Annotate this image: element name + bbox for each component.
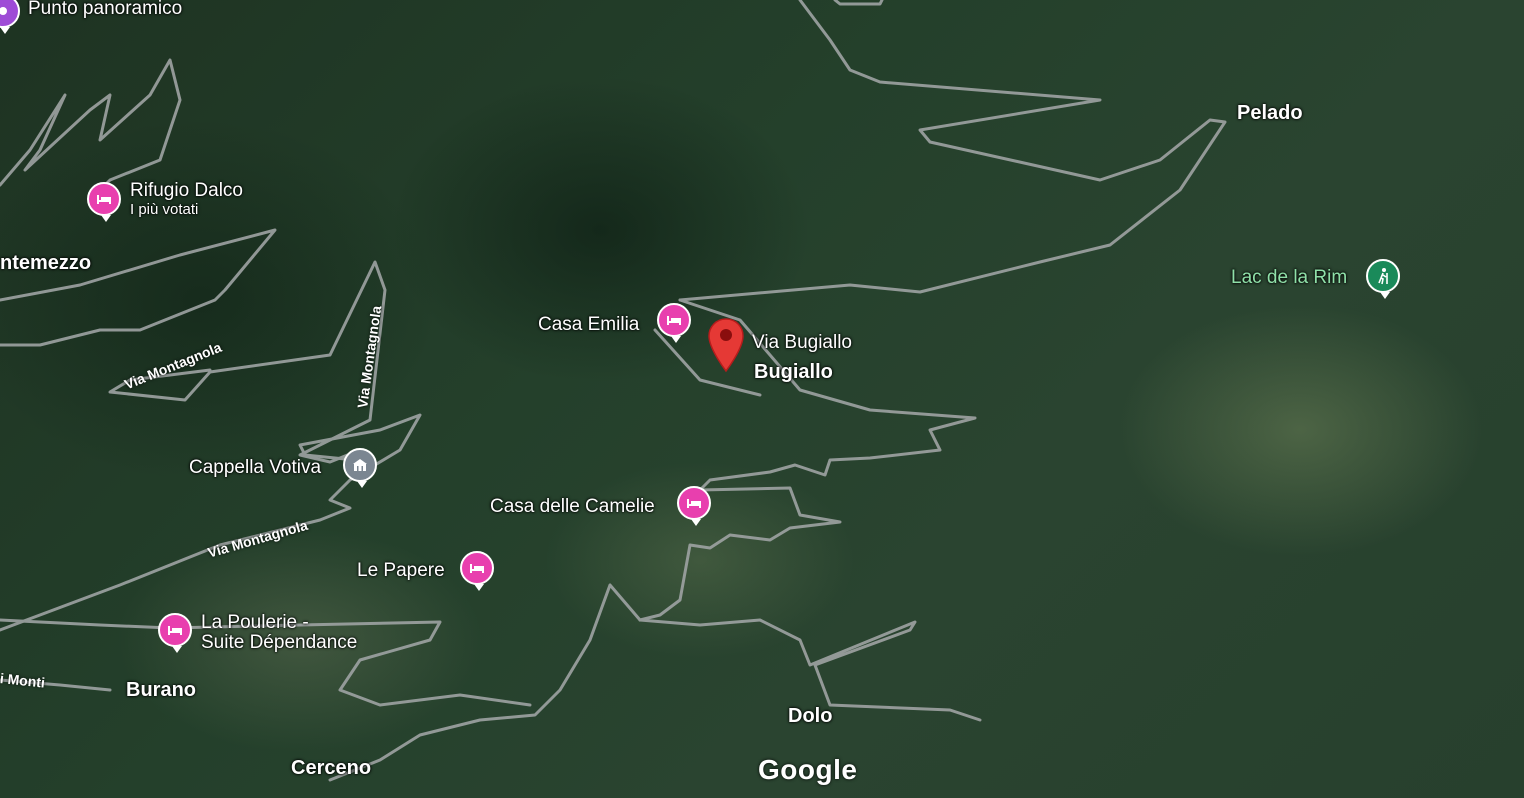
- la-poulerie-line1: La Poulerie -: [201, 612, 309, 633]
- hiking-icon: [1378, 268, 1388, 285]
- place-label-la-poulerie[interactable]: La Poulerie - Suite Dépendance: [201, 613, 357, 653]
- chapel-pin-cappella-votiva[interactable]: [343, 448, 377, 488]
- place-label-casa-emilia[interactable]: Casa Emilia: [538, 314, 639, 336]
- place-label-cerceno[interactable]: Cerceno: [291, 757, 371, 780]
- rifugio-dalco-badge: I più votati: [130, 201, 199, 218]
- place-label-bugiallo[interactable]: Bugiallo: [754, 361, 833, 384]
- la-poulerie-line2: Suite Dépendance: [201, 632, 358, 653]
- rifugio-dalco-name: Rifugio Dalco: [130, 180, 243, 201]
- hiking-pin-lac-de-la-rim[interactable]: [1366, 259, 1400, 299]
- place-label-lac-de-la-rim[interactable]: Lac de la Rim: [1231, 267, 1347, 289]
- bed-icon: [97, 195, 111, 204]
- road-montagnola-mid: [108, 260, 387, 464]
- bed-icon: [687, 499, 701, 508]
- lodging-pin-la-poulerie[interactable]: [158, 613, 192, 653]
- road-pelado: [678, 0, 1227, 302]
- place-label-burano[interactable]: Burano: [126, 679, 196, 702]
- road-casa-camelie: [638, 486, 842, 622]
- place-label-pelado[interactable]: Pelado: [1237, 102, 1303, 125]
- viewpoint-icon: [0, 7, 7, 15]
- place-label-montemezzo[interactable]: ntemezzo: [0, 252, 91, 275]
- chapel-icon: [353, 459, 367, 471]
- road-pelado-top: [833, 0, 884, 6]
- road-montagnola-north: [0, 228, 277, 347]
- place-label-rifugio-dalco[interactable]: Rifugio Dalco I più votati: [130, 180, 243, 217]
- place-label-punto-panoramico[interactable]: Punto panoramico: [28, 0, 182, 20]
- lodging-pin-casa-emilia[interactable]: [657, 303, 691, 343]
- road-switchbacks-nw: [0, 58, 182, 202]
- place-label-le-papere[interactable]: Le Papere: [357, 560, 445, 582]
- place-label-casa-delle-camelie[interactable]: Casa delle Camelie: [490, 496, 655, 518]
- address-label-via-bugiallo[interactable]: Via Bugiallo: [752, 332, 852, 354]
- bed-icon: [470, 564, 484, 573]
- map-satellite-view[interactable]: Punto panoramico Rifugio Dalco I più vot…: [0, 0, 1524, 798]
- lodging-pin-casa-delle-camelie[interactable]: [677, 486, 711, 526]
- google-logo: Google: [758, 754, 858, 785]
- place-label-cappella-votiva[interactable]: Cappella Votiva: [189, 457, 321, 479]
- bed-icon: [667, 316, 681, 325]
- lodging-pin-rifugio-dalco[interactable]: [87, 182, 121, 222]
- road-cerceno: [328, 583, 642, 782]
- bed-icon: [168, 626, 182, 635]
- place-label-dolo[interactable]: Dolo: [788, 705, 832, 728]
- location-pin-icon[interactable]: [707, 317, 745, 373]
- lodging-pin-le-papere[interactable]: [460, 551, 494, 591]
